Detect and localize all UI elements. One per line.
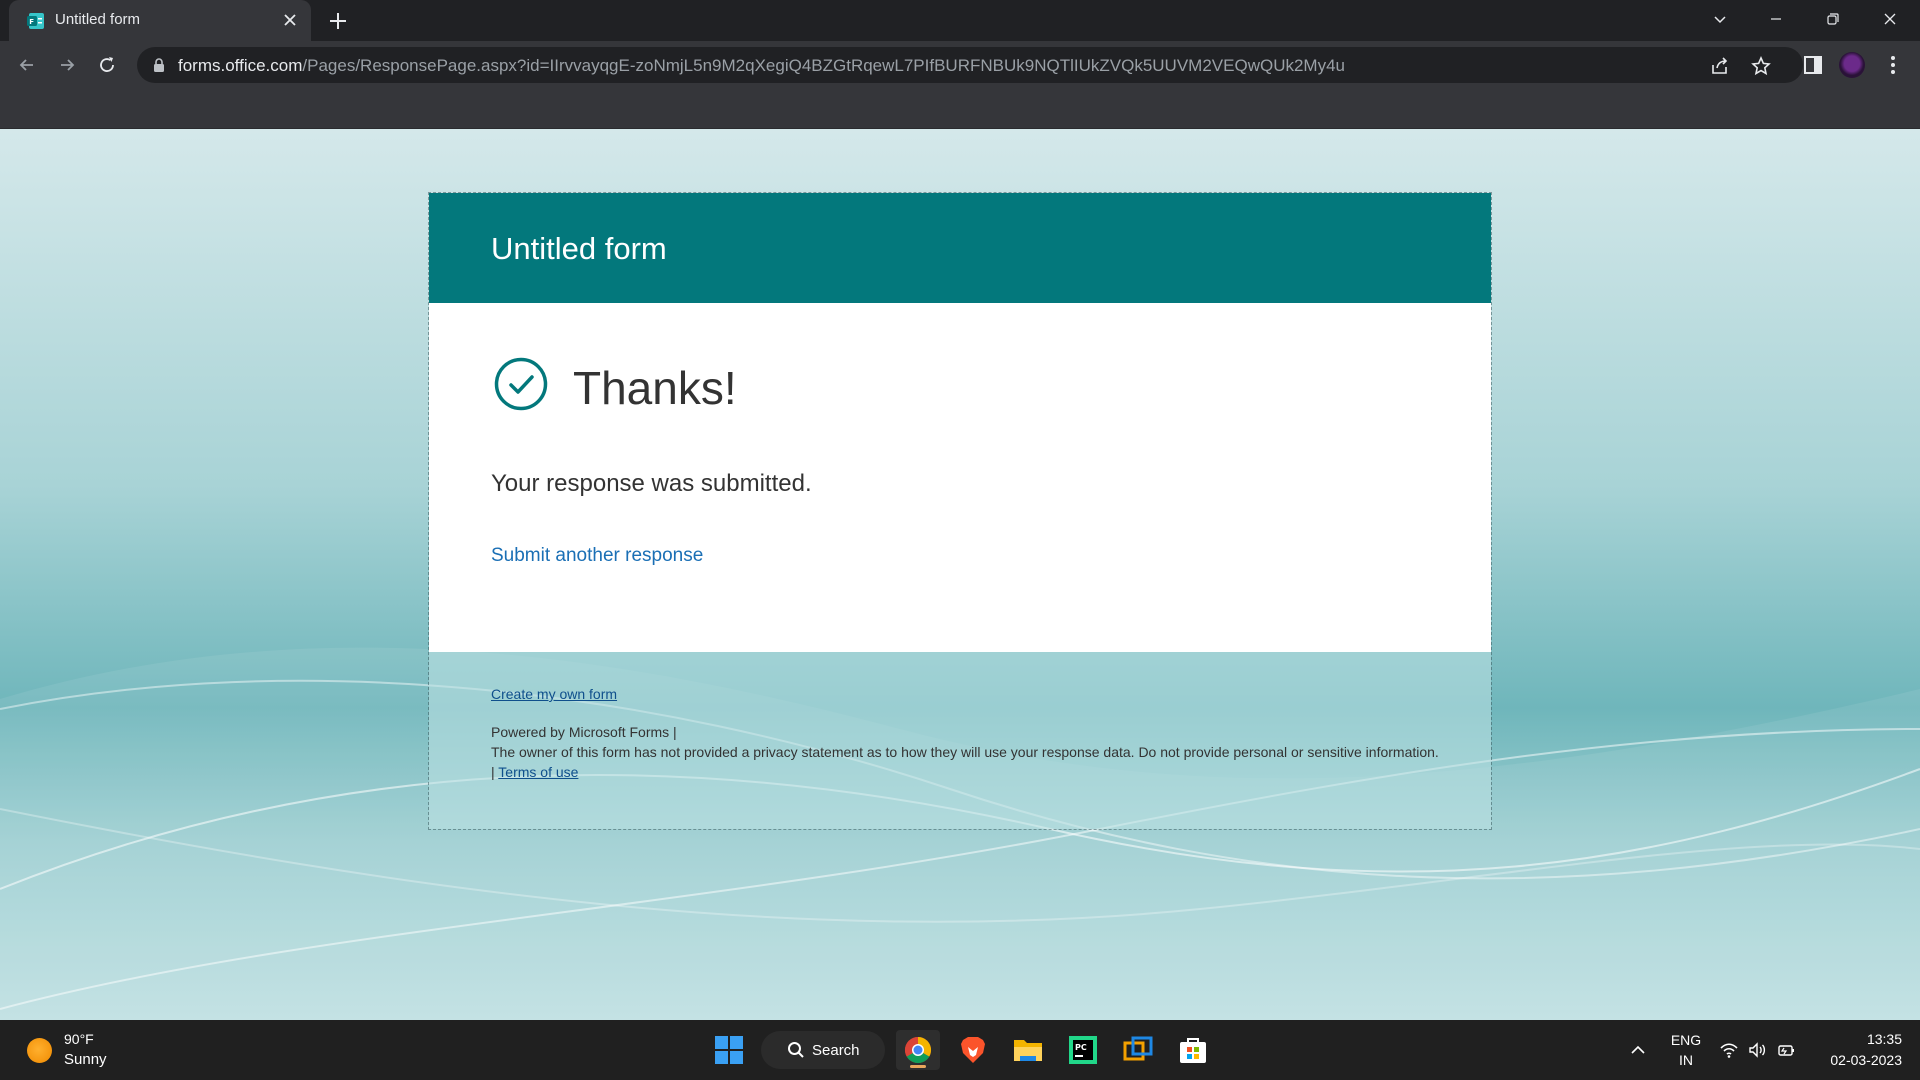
form-footer: Create my own form Powered by Microsoft … xyxy=(429,652,1491,829)
tab-bar: F Untitled form xyxy=(0,0,1920,41)
page-viewport: Untitled form Thanks! Your response was … xyxy=(0,129,1920,1020)
volume-icon[interactable] xyxy=(1747,1040,1767,1060)
arrow-left-icon xyxy=(19,59,33,71)
minimize-button[interactable] xyxy=(1748,0,1804,37)
svg-text:PC: PC xyxy=(1075,1043,1087,1052)
weather-temp: 90°F xyxy=(64,1031,94,1047)
sun-icon xyxy=(27,1038,52,1063)
thanks-heading: Thanks! xyxy=(573,362,737,414)
language-region: IN xyxy=(1679,1052,1693,1068)
close-tab-icon[interactable] xyxy=(280,10,300,30)
footer-text: Powered by Microsoft Forms | The owner o… xyxy=(491,722,1451,782)
powered-by: Powered by Microsoft Forms | xyxy=(491,724,677,740)
submitted-message: Your response was submitted. xyxy=(491,470,812,497)
reload-button[interactable] xyxy=(92,50,122,80)
clock[interactable]: 13:35 02-03-2023 xyxy=(1812,1020,1902,1080)
privacy-notice: The owner of this form has not provided … xyxy=(491,744,1439,760)
remote-desktop-app[interactable] xyxy=(1116,1030,1160,1070)
taskbar-search[interactable]: Search xyxy=(761,1031,885,1069)
pycharm-app[interactable]: PC xyxy=(1061,1030,1105,1070)
svg-text:F: F xyxy=(29,18,34,26)
wifi-icon[interactable] xyxy=(1719,1040,1739,1060)
back-button[interactable] xyxy=(12,50,42,80)
forward-button[interactable] xyxy=(52,50,82,80)
language-indicator[interactable]: ENG IN xyxy=(1666,1020,1706,1080)
chrome-app[interactable] xyxy=(896,1030,940,1070)
search-icon xyxy=(788,1042,804,1058)
chevron-up-icon[interactable] xyxy=(1628,1040,1648,1060)
folder-icon xyxy=(1014,1040,1042,1061)
browser-toolbar: forms.office.com/Pages/ResponsePage.aspx… xyxy=(0,41,1920,89)
url-path: /Pages/ResponsePage.aspx?id=IIrvvayqgE-z… xyxy=(302,56,1345,75)
profile-avatar[interactable] xyxy=(1839,52,1865,78)
bookmarks-bar xyxy=(0,89,1920,129)
terms-prefix: | xyxy=(491,764,495,780)
url-host: forms.office.com xyxy=(178,56,303,75)
checkmark-circle-icon xyxy=(494,357,548,411)
confirmation-panel: Thanks! Your response was submitted. Sub… xyxy=(429,303,1491,652)
battery-icon[interactable] xyxy=(1776,1040,1796,1060)
close-icon xyxy=(1884,13,1896,24)
remote-desktop-icon xyxy=(1123,1036,1153,1061)
store-bag-icon xyxy=(1180,1038,1206,1063)
create-form-link[interactable]: Create my own form xyxy=(491,686,617,702)
reload-icon xyxy=(100,57,114,72)
bookmark-star-icon[interactable] xyxy=(1750,55,1772,77)
share-icon[interactable] xyxy=(1709,55,1731,77)
terms-line: | Terms of use xyxy=(491,762,1451,782)
start-button[interactable] xyxy=(707,1030,751,1070)
minimize-icon xyxy=(1771,17,1781,20)
chrome-icon xyxy=(904,1036,932,1064)
url-text: forms.office.com/Pages/ResponsePage.aspx… xyxy=(178,56,1345,76)
taskbar: 90°F Sunny Search PC ENG IN 13:35 02-03-… xyxy=(0,1020,1920,1080)
form-card: Untitled form Thanks! Your response was … xyxy=(428,192,1492,830)
form-title: Untitled form xyxy=(491,231,667,266)
weather-description: Sunny xyxy=(64,1051,107,1068)
search-label: Search xyxy=(812,1042,860,1059)
restore-icon xyxy=(1827,12,1839,25)
tab-search-button[interactable] xyxy=(1692,0,1748,37)
lock-icon xyxy=(154,58,164,72)
more-menu-icon[interactable] xyxy=(1881,53,1905,77)
restore-button[interactable] xyxy=(1805,0,1861,37)
submit-another-link[interactable]: Submit another response xyxy=(491,545,703,567)
new-tab-icon[interactable] xyxy=(326,9,350,33)
close-window-button[interactable] xyxy=(1862,0,1918,37)
brave-lion-icon xyxy=(961,1037,985,1063)
arrow-right-icon xyxy=(61,59,75,71)
clock-date: 02-03-2023 xyxy=(1830,1052,1902,1068)
tab-title: Untitled form xyxy=(55,11,141,28)
pycharm-icon: PC xyxy=(1069,1036,1097,1064)
browser-tab[interactable]: F Untitled form xyxy=(9,0,311,41)
form-header: Untitled form xyxy=(429,193,1491,303)
windows-logo-icon xyxy=(715,1036,743,1064)
language-code: ENG xyxy=(1670,1032,1702,1048)
forms-favicon-icon: F xyxy=(27,13,44,29)
chevron-down-icon xyxy=(1714,15,1726,23)
clock-time: 13:35 xyxy=(1866,1031,1902,1047)
brave-app[interactable] xyxy=(951,1030,995,1070)
address-bar[interactable]: forms.office.com/Pages/ResponsePage.aspx… xyxy=(137,47,1803,83)
microsoft-store-app[interactable] xyxy=(1171,1030,1215,1070)
terms-of-use-link[interactable]: Terms of use xyxy=(498,764,578,780)
file-explorer-app[interactable] xyxy=(1006,1030,1050,1070)
side-panel-icon[interactable] xyxy=(1801,53,1825,77)
